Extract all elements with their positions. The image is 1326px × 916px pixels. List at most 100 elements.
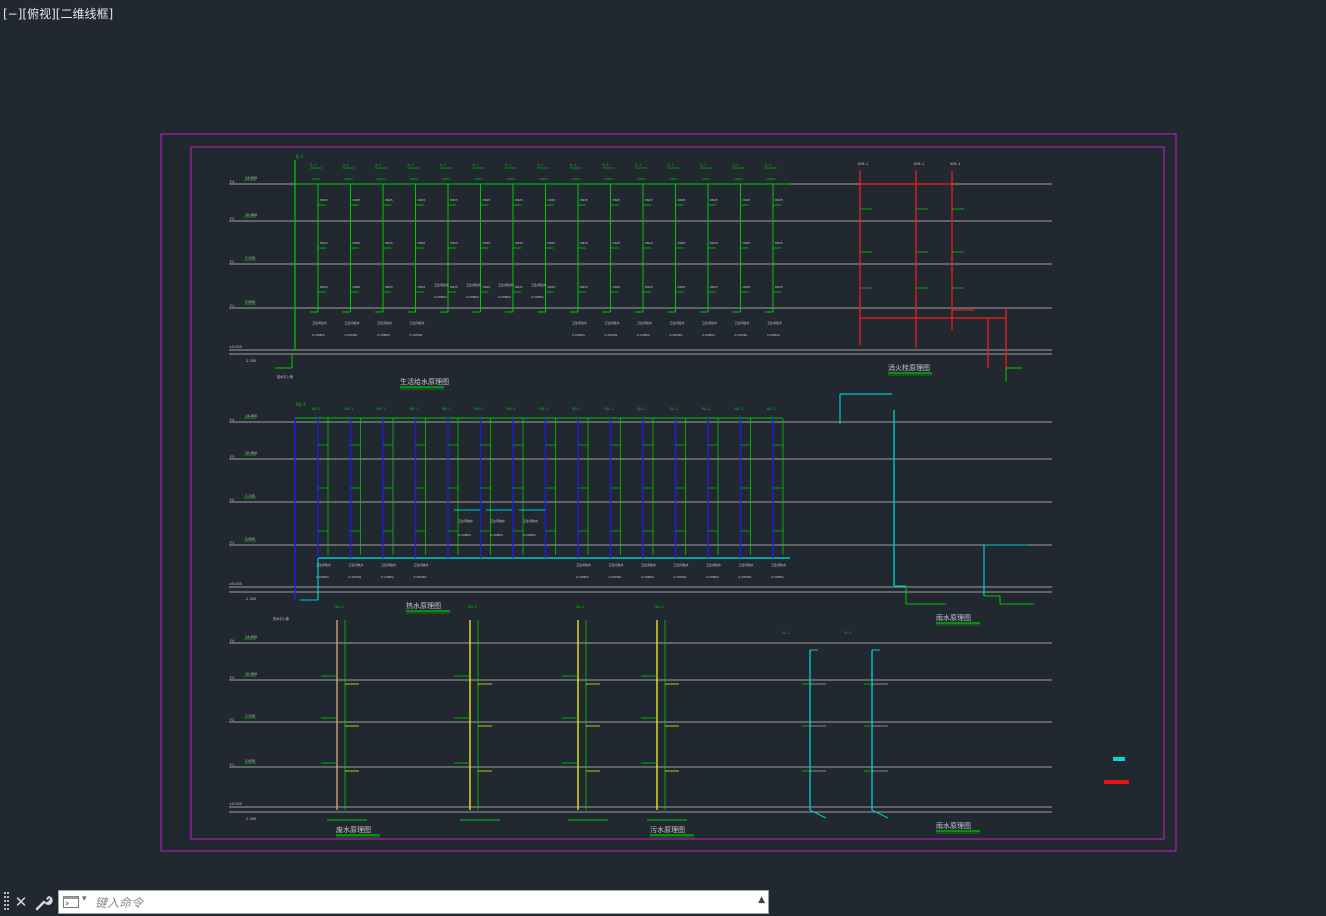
note-text: 卫生间给水	[572, 320, 587, 325]
fire-hydrant-diagram: XHL-1 XHL-1 XHL-1	[858, 162, 1022, 382]
fire-riser-tag: XHL-1	[914, 162, 924, 166]
pipe-size: DN50	[605, 177, 613, 181]
command-line-bar: ✕ ▾ 键入命令 ▲	[0, 889, 1326, 916]
fixture-size: DN25	[548, 285, 556, 289]
branch-tag: RJL-1	[345, 407, 354, 411]
stack-tag: WL-1	[335, 605, 344, 609]
note-text: 0.20MPa	[609, 575, 622, 579]
note-text: 0.20MPa	[316, 575, 329, 579]
note-text: 卫生间给水	[345, 320, 360, 325]
fixture-size: DN25	[678, 285, 686, 289]
rainwater-diagram	[839, 393, 1034, 605]
level-mark: 10.600	[245, 213, 257, 217]
note-text: 0.20MPa	[414, 575, 427, 579]
fixture-size: DN25	[548, 198, 556, 202]
red-legend-swatch	[1104, 780, 1129, 784]
diagram-title-rain: 雨水原理图	[936, 613, 971, 622]
note-text: 0.20MPa	[605, 333, 618, 337]
fixture-size: DN25	[743, 285, 751, 289]
fire-riser-tag: XHL-1	[858, 162, 868, 166]
fixture-size: DN25	[515, 285, 523, 289]
level-mark: 14.800	[245, 635, 257, 639]
diagram-labels: 生活给水原理图消火栓原理图热水原理图废水原理图 污水原理图雨水原理图雨水原理图	[336, 363, 980, 838]
history-up-arrow-icon[interactable]: ▲	[758, 895, 765, 905]
floor-tag: F1	[230, 304, 234, 308]
note-text: 卫生间给水	[498, 282, 513, 287]
note-text: 卫生间热水	[641, 562, 656, 567]
ground-mark: ±0.000	[229, 345, 242, 349]
note-text: 卫生间给水	[670, 320, 685, 325]
floor-tag: F3	[230, 676, 234, 680]
branch-tag: RJL-1	[442, 407, 451, 411]
note-text: 0.20MPa	[735, 333, 748, 337]
note-text: 给水引入管	[277, 374, 293, 379]
fixture-size: DN25	[483, 241, 491, 245]
branch-tag: JL-1	[472, 163, 479, 167]
fire-riser-tag: XHL-1	[950, 162, 960, 166]
note-text: 卫生间热水	[381, 562, 396, 567]
command-input[interactable]: ▾ 键入命令 ▲	[58, 890, 769, 914]
level-mark: 10.600	[245, 451, 257, 455]
stack-tag: WL-1	[468, 605, 477, 609]
fixture-size: DN25	[418, 198, 426, 202]
fixture-size: DN25	[645, 241, 653, 245]
stack-tag: WL-1	[655, 605, 664, 609]
fixture-size: DN25	[515, 241, 523, 245]
note-text: 卫生间热水	[609, 562, 624, 567]
drag-grip-icon[interactable]	[4, 892, 10, 912]
fixture-size: DN25	[450, 241, 458, 245]
note-text: 卫生间热水	[458, 518, 473, 523]
ground-dim: -1.300	[245, 817, 256, 821]
fixture-size: DN25	[678, 198, 686, 202]
note-text: 0.20MPa	[531, 295, 544, 299]
wrench-icon[interactable]	[34, 892, 54, 912]
floor-tag: F4	[230, 639, 235, 643]
branch-tag: RJL-1	[605, 407, 614, 411]
fixture-size: DN25	[580, 285, 588, 289]
note-text: 卫生间热水	[316, 562, 331, 567]
pipe-size: DN50	[767, 177, 775, 181]
note-text: 卫生间给水	[410, 320, 425, 325]
command-prompt-icon[interactable]	[63, 896, 79, 908]
diagram-title-hot: 热水原理图	[406, 601, 441, 610]
branch-tag: JL-1	[537, 163, 544, 167]
branch-tag: RJL-1	[540, 407, 549, 411]
floor-tag: F1	[230, 763, 234, 767]
fixture-size: DN25	[710, 241, 718, 245]
floor-lines: F4 14.800 F3 10.600 F2 7.200 F1 3.600 ±0.000 -1.3…	[229, 176, 1052, 821]
note-text: 热水引入管	[273, 616, 289, 621]
fixture-size: DN25	[743, 198, 751, 202]
fixture-size: DN25	[515, 198, 523, 202]
pipe-size: DN50	[410, 177, 418, 181]
floor-tag: F1	[230, 541, 234, 545]
note-text: 0.20MPa	[410, 333, 423, 337]
fixture-size: DN25	[320, 285, 328, 289]
ground-mark: ±0.000	[229, 802, 242, 806]
level-mark: 10.600	[245, 672, 257, 676]
floor-tag: F2	[230, 718, 234, 722]
branch-tag: JL-1	[634, 163, 641, 167]
supply-riser-diagram: JL-1JL-1DN50DN25DN25DN25卫生间给水0.20MPaJL-1…	[275, 154, 790, 379]
ground-mark: ±0.000	[229, 582, 242, 586]
cyan-legend-swatch	[1113, 757, 1125, 761]
fixture-size: DN25	[483, 198, 491, 202]
pipe-size: DN50	[345, 177, 353, 181]
fixture-size: DN25	[385, 241, 393, 245]
pipe-size: DN50	[507, 177, 515, 181]
note-text: 0.20MPa	[771, 575, 784, 579]
branch-tag: RJL-1	[670, 407, 679, 411]
note-text: 0.20MPa	[458, 533, 471, 537]
close-icon[interactable]: ✕	[13, 893, 29, 911]
floor-tag: F4	[230, 418, 235, 422]
note-text: 卫生间热水	[523, 518, 538, 523]
note-text: 卫生间热水	[349, 562, 364, 567]
floor-tag: F3	[230, 455, 234, 459]
note-text: 0.20MPa	[466, 295, 479, 299]
fixture-size: DN25	[353, 198, 361, 202]
chevron-down-icon[interactable]: ▾	[82, 894, 87, 904]
drawing-canvas[interactable]: F4 14.800 F3 10.600 F2 7.200 F1 3.600 ±0.000 -1.3…	[0, 0, 1326, 889]
note-text: 0.20MPa	[670, 333, 683, 337]
rain-outlet	[809, 809, 827, 819]
fixture-size: DN25	[710, 285, 718, 289]
branch-tag: RJL-1	[767, 407, 776, 411]
